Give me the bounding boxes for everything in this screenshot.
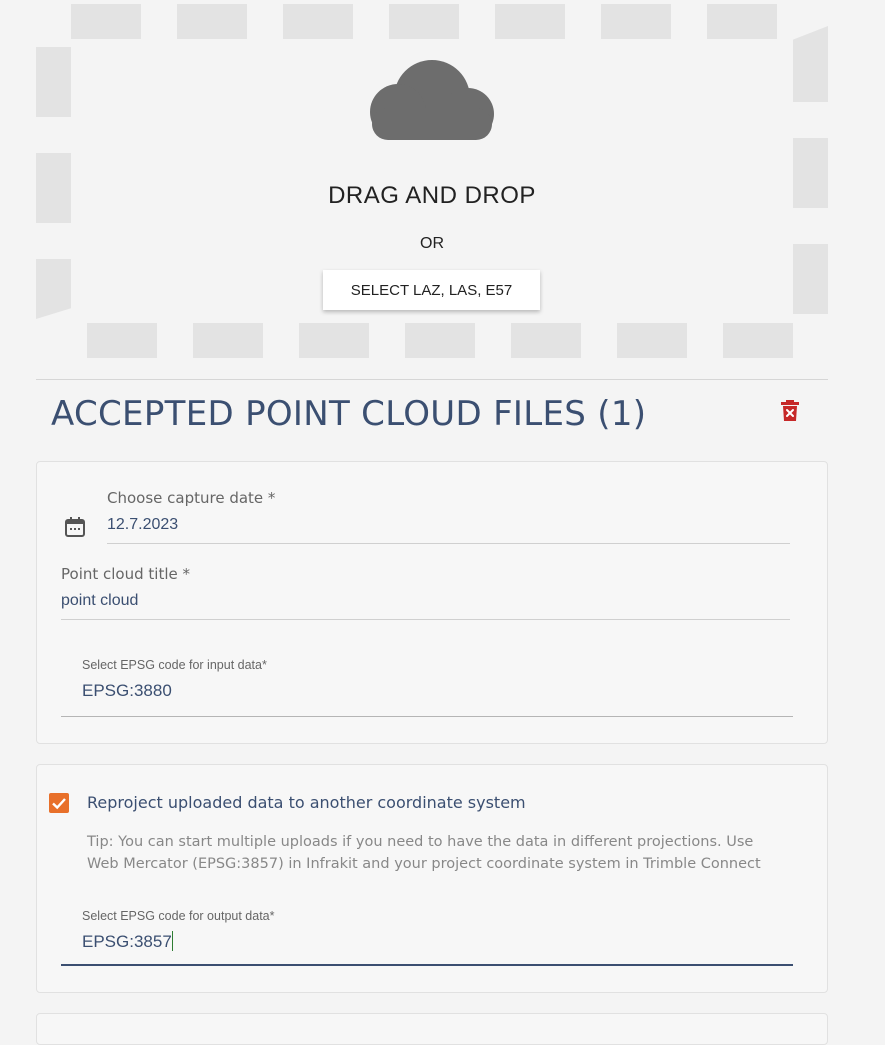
capture-date-field[interactable]: 12.7.2023	[107, 516, 178, 534]
accepted-files-heading: ACCEPTED POINT CLOUD FILES (1)	[51, 394, 647, 434]
capture-date-label: Choose capture date *	[107, 489, 276, 507]
dropzone-border-dash	[707, 4, 777, 39]
section-divider	[36, 379, 828, 380]
dropzone-border-dash	[36, 47, 71, 117]
reproject-label[interactable]: Reproject uploaded data to another coord…	[87, 793, 526, 812]
dropzone-border-dash	[405, 323, 475, 358]
cloud-upload-icon	[370, 60, 494, 140]
dropzone-border-dash	[723, 323, 793, 358]
reproject-checkbox[interactable]	[49, 793, 69, 813]
select-files-button[interactable]: SELECT LAZ, LAS, E57	[323, 270, 540, 310]
dropzone-border-dash	[511, 323, 581, 358]
reproject-tip-text: Tip: You can start multiple uploads if y…	[87, 834, 761, 872]
input-epsg-select[interactable]: EPSG:3880	[82, 681, 172, 701]
point-cloud-title-underline	[61, 619, 790, 620]
text-caret	[171, 931, 173, 951]
output-epsg-label: Select EPSG code for output data*	[82, 909, 275, 923]
dropzone-border-dash	[299, 323, 369, 358]
capture-date-underline	[107, 543, 790, 544]
point-cloud-title-input[interactable]: point cloud	[61, 592, 138, 610]
dropzone-border-dash	[283, 4, 353, 39]
dropzone-border-dash	[71, 4, 141, 39]
dropzone-border-dash	[617, 323, 687, 358]
input-epsg-underline	[61, 716, 793, 717]
dropzone-border-dash	[601, 4, 671, 39]
output-epsg-underline-focused	[61, 964, 793, 966]
next-card	[36, 1013, 828, 1045]
dropzone-or-text: OR	[420, 235, 444, 252]
input-epsg-label: Select EPSG code for input data*	[82, 658, 267, 672]
output-epsg-input[interactable]: EPSG:3857	[82, 931, 173, 952]
check-icon	[52, 798, 66, 810]
dropzone-title: DRAG AND DROP	[328, 182, 536, 209]
dropzone-border-dash	[193, 323, 263, 358]
file-dropzone[interactable]: DRAG AND DROP OR SELECT LAZ, LAS, E57	[36, 4, 828, 358]
dropzone-border-dash	[495, 4, 565, 39]
calendar-icon[interactable]	[64, 516, 86, 538]
dropzone-border-dash	[36, 259, 71, 319]
dropzone-border-dash	[793, 26, 828, 102]
reproject-card: Reproject uploaded data to another coord…	[36, 764, 828, 993]
dropzone-border-dash	[87, 323, 157, 358]
point-cloud-title-label: Point cloud title *	[61, 565, 190, 583]
dropzone-border-dash	[177, 4, 247, 39]
point-cloud-file-card: Choose capture date * 12.7.2023 Point cl…	[36, 461, 828, 744]
output-epsg-value: EPSG:3857	[82, 932, 172, 951]
dropzone-border-dash	[793, 244, 828, 314]
delete-icon[interactable]	[779, 399, 801, 423]
dropzone-border-dash	[389, 4, 459, 39]
